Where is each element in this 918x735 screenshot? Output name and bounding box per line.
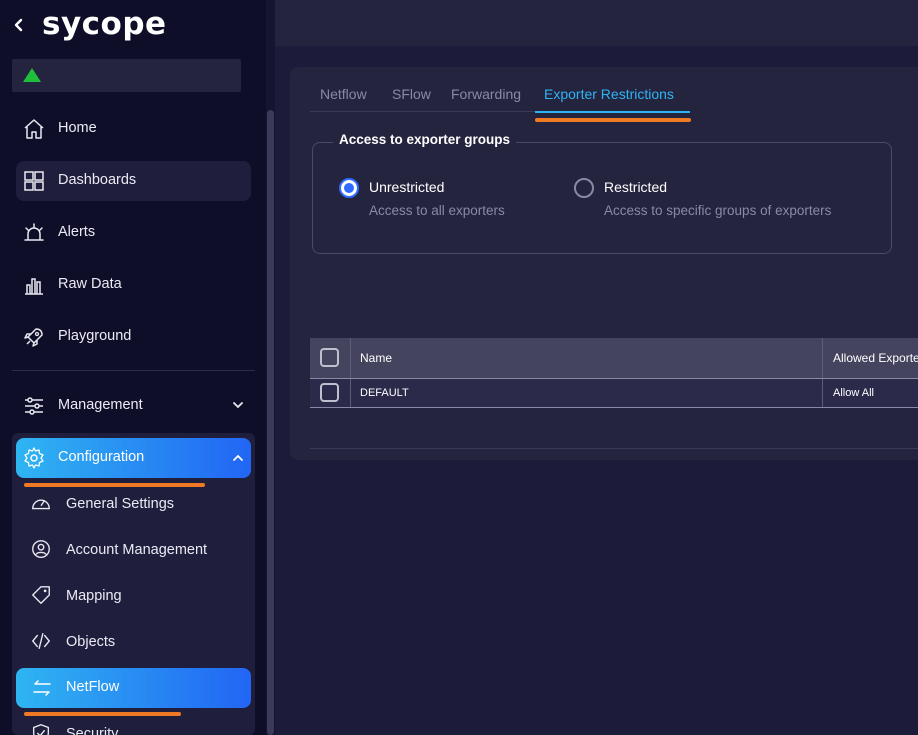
restricted-radio[interactable] xyxy=(574,178,594,198)
restricted-label[interactable]: Restricted xyxy=(604,179,667,195)
nav-item-mapping[interactable]: Mapping xyxy=(24,576,251,616)
rocket-icon xyxy=(24,328,43,347)
tab-sflow[interactable]: SFlow xyxy=(392,86,431,102)
nav-item-netflow[interactable]: NetFlow xyxy=(16,668,251,708)
nav-item-label: Raw Data xyxy=(58,276,122,292)
alert-siren-icon xyxy=(24,223,44,241)
sidebar-divider xyxy=(12,370,255,371)
gauge-icon xyxy=(32,499,50,510)
nav-item-label: Dashboards xyxy=(58,172,137,188)
nav-item-label: Home xyxy=(58,120,97,136)
sidebar-scrollbar-thumb[interactable] xyxy=(267,110,274,735)
sidebar: sycope Home Dashboards Alerts Raw Data P… xyxy=(0,0,275,735)
access-legend: Access to exporter groups xyxy=(333,132,517,147)
status-up-icon xyxy=(23,68,41,82)
table-row[interactable]: DEFAULT Allow All xyxy=(310,378,918,408)
column-divider xyxy=(822,379,823,407)
tab-bar: Netflow SFlow Forwarding Exporter Restri… xyxy=(310,80,690,112)
access-fieldset xyxy=(312,142,892,254)
row-checkbox[interactable] xyxy=(320,383,339,402)
nav-item-alerts[interactable]: Alerts xyxy=(16,213,251,253)
unrestricted-radio[interactable] xyxy=(339,178,359,198)
top-bar xyxy=(275,0,918,46)
nav-item-label: Playground xyxy=(58,328,132,344)
column-divider xyxy=(350,338,351,378)
table-footer-line xyxy=(310,448,918,449)
bar-chart-icon xyxy=(25,278,43,295)
nav-item-account-management[interactable]: Account Management xyxy=(24,530,251,570)
row-allowed-exporters: Allow All xyxy=(833,387,874,399)
tab-active-indicator xyxy=(535,111,690,113)
tab-exporter-restrictions[interactable]: Exporter Restrictions xyxy=(544,86,674,102)
nav-item-raw-data[interactable]: Raw Data xyxy=(16,265,251,305)
nav-item-dashboards[interactable]: Dashboards xyxy=(16,161,251,201)
collapse-sidebar-icon[interactable] xyxy=(12,15,26,35)
nav-item-label: Configuration xyxy=(58,449,145,465)
nav-item-management[interactable]: Management xyxy=(16,386,251,426)
nav-item-label: Alerts xyxy=(58,224,96,240)
nav-item-label: Security xyxy=(66,726,119,735)
gear-icon xyxy=(24,447,44,469)
column-header-allowed-exporters[interactable]: Allowed Exporters xyxy=(833,351,918,365)
nav-item-playground[interactable]: Playground xyxy=(16,317,251,357)
dashboards-icon xyxy=(24,171,44,191)
sycope-logo: sycope xyxy=(42,6,167,42)
nav-item-label: NetFlow xyxy=(66,679,120,695)
code-icon xyxy=(31,632,51,650)
nav-item-label: Objects xyxy=(66,634,116,650)
unrestricted-desc: Access to all exporters xyxy=(369,203,505,218)
table-header: Name Allowed Exporters xyxy=(310,338,918,378)
row-name: DEFAULT xyxy=(360,387,409,399)
nav-item-security[interactable]: Security xyxy=(24,714,251,735)
column-header-name[interactable]: Name xyxy=(360,351,392,365)
nav-item-general-settings[interactable]: General Settings xyxy=(24,484,251,524)
chevron-up-icon xyxy=(233,454,243,461)
highlight-underline xyxy=(535,118,691,122)
unrestricted-label[interactable]: Unrestricted xyxy=(369,179,444,195)
tab-netflow[interactable]: Netflow xyxy=(320,86,367,102)
nav-item-objects[interactable]: Objects xyxy=(24,622,251,662)
arrows-exchange-icon xyxy=(33,680,51,696)
nav-item-label: Account Management xyxy=(66,542,208,558)
restricted-desc: Access to specific groups of exporters xyxy=(604,203,832,218)
nav-item-configuration[interactable]: Configuration xyxy=(16,438,251,478)
home-icon xyxy=(24,119,44,139)
tab-forwarding[interactable]: Forwarding xyxy=(451,86,521,102)
nav-item-label: General Settings xyxy=(66,496,175,512)
nav-item-label: Management xyxy=(58,397,143,413)
nav-item-label: Mapping xyxy=(66,588,122,604)
logo-row: sycope xyxy=(0,0,275,52)
column-divider xyxy=(822,338,823,378)
shield-check-icon xyxy=(32,724,50,735)
user-circle-icon xyxy=(32,540,50,558)
nav-item-home[interactable]: Home xyxy=(16,109,251,149)
sliders-icon xyxy=(25,397,43,415)
select-all-checkbox[interactable] xyxy=(320,348,339,367)
column-divider xyxy=(350,379,351,407)
chevron-down-icon xyxy=(233,402,243,409)
status-indicator[interactable] xyxy=(12,59,241,92)
tag-icon xyxy=(32,586,50,604)
